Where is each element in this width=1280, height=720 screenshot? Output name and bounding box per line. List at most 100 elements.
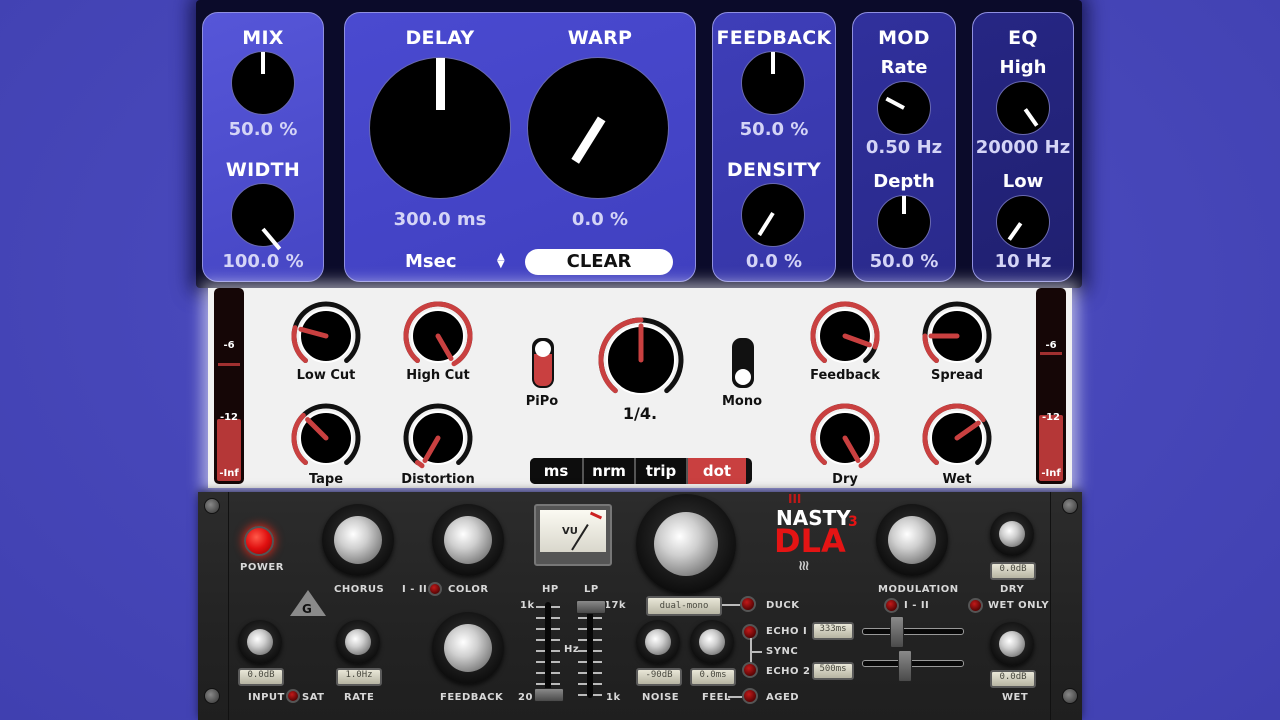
- lp-slider-handle[interactable]: [576, 600, 606, 614]
- tape-label: Tape: [308, 472, 344, 487]
- echo2-time-display: 500ms: [812, 662, 854, 680]
- time-mode-segmented: ms nrm trip dot: [530, 458, 752, 484]
- lp-bottom-label: 1k: [606, 692, 621, 703]
- modulation-label: MODULATION: [878, 584, 959, 595]
- width-value: 100.0 %: [222, 251, 304, 272]
- meter-mark-minus6: -6: [1045, 340, 1057, 351]
- hz-label: Hz: [564, 644, 580, 655]
- meter-mark-minus6: -6: [223, 340, 235, 351]
- aged-switch[interactable]: [742, 688, 758, 704]
- tape-knob[interactable]: [290, 402, 362, 474]
- color-knob[interactable]: [432, 504, 504, 576]
- feel-knob[interactable]: [690, 620, 734, 664]
- eq-low-label: Low: [1002, 171, 1044, 192]
- color-i-ii-switch[interactable]: [428, 582, 442, 596]
- mod-i-ii-switch[interactable]: [884, 598, 899, 613]
- vu-meter: VU: [534, 504, 612, 566]
- lp-label: LP: [584, 584, 599, 595]
- input-label: INPUT: [248, 692, 285, 703]
- echo1-mod-slider-handle[interactable]: [890, 616, 904, 648]
- mod-rate-value: 0.50 Hz: [865, 137, 943, 158]
- echo2-switch[interactable]: [742, 662, 758, 678]
- hp-label: HP: [542, 584, 559, 595]
- time-division-knob[interactable]: [597, 316, 685, 404]
- modulation-knob[interactable]: [876, 504, 948, 576]
- eq-low-value: 10 Hz: [994, 251, 1052, 272]
- wet-only-switch[interactable]: [968, 598, 983, 613]
- feedback-knob[interactable]: [741, 51, 805, 115]
- high-cut-knob[interactable]: [402, 300, 474, 372]
- mid-feedback-knob[interactable]: [809, 300, 881, 372]
- mode-ms-button[interactable]: ms: [530, 458, 584, 484]
- hp-bottom-label: 20: [518, 692, 533, 703]
- mono-toggle[interactable]: [732, 338, 754, 388]
- eq-low-knob[interactable]: [996, 195, 1050, 249]
- echo2-mod-slider-handle[interactable]: [898, 650, 912, 682]
- dry-knob-mid[interactable]: [809, 402, 881, 474]
- mix-knob[interactable]: [231, 51, 295, 115]
- wet-knob-mid[interactable]: [921, 402, 993, 474]
- rate-label: RATE: [344, 692, 375, 703]
- nasty-dla-hardware-panel: POWER G CHORUS I - II COLOR 0.0dB INPUT …: [198, 492, 1082, 720]
- rack-rail: [1050, 492, 1051, 720]
- mode-nrm-button[interactable]: nrm: [584, 458, 636, 484]
- color-i-ii-label: I - II: [402, 584, 428, 595]
- sat-switch[interactable]: [286, 689, 300, 703]
- duck-switch[interactable]: [740, 596, 756, 612]
- input-display: 0.0dB: [238, 668, 284, 686]
- connector-line: [750, 651, 762, 653]
- power-button[interactable]: [244, 526, 274, 556]
- pipo-toggle[interactable]: [532, 338, 554, 388]
- delay-time-knob[interactable]: [636, 494, 736, 594]
- white-delay-panel: -6 -12 -Inf -6 -12 -Inf Low Cut High Cut…: [208, 288, 1072, 488]
- low-cut-knob[interactable]: [290, 300, 362, 372]
- select-arrows-icon[interactable]: ▲ ▼: [497, 252, 505, 270]
- mod-title: MOD: [878, 27, 930, 49]
- density-knob[interactable]: [741, 183, 805, 247]
- echo2-mod-slider-track[interactable]: [862, 660, 964, 667]
- output-level-meter: -6 -12 -Inf: [1036, 288, 1066, 484]
- time-mode-select[interactable]: Msec: [405, 251, 457, 272]
- spread-knob[interactable]: [921, 300, 993, 372]
- brand-dla: DLA: [774, 522, 846, 560]
- connector-line: [728, 696, 742, 698]
- dry-label: DRY: [1000, 584, 1025, 595]
- sat-label: SAT: [302, 692, 325, 703]
- hp-slider-track[interactable]: [545, 602, 551, 698]
- time-division-value: 1/4.: [622, 404, 658, 423]
- delay-warp-section: DELAY WARP 300.0 ms 0.0 % Msec ▲ ▼ CLEAR: [344, 12, 696, 282]
- mod-i-ii-label: I - II: [904, 600, 930, 611]
- mode-trip-button[interactable]: trip: [636, 458, 688, 484]
- lp-slider-track[interactable]: [587, 602, 593, 698]
- feedback-title: FEEDBACK: [716, 27, 832, 49]
- hp-slider-handle[interactable]: [534, 688, 564, 702]
- eq-high-knob[interactable]: [996, 81, 1050, 135]
- warp-knob[interactable]: [527, 57, 669, 199]
- sync-label: SYNC: [766, 646, 799, 657]
- rate-knob[interactable]: [336, 620, 380, 664]
- hw-feedback-knob[interactable]: [432, 612, 504, 684]
- echo1-mod-slider-track[interactable]: [862, 628, 964, 635]
- feel-label: FEEL: [702, 692, 731, 703]
- width-title: WIDTH: [225, 159, 301, 181]
- echo2-label: ECHO 2: [766, 666, 811, 677]
- wet-knob[interactable]: [990, 622, 1034, 666]
- brand-mark-icon: III: [788, 492, 802, 506]
- clear-button[interactable]: CLEAR: [525, 249, 673, 275]
- input-knob[interactable]: [238, 620, 282, 664]
- screw-icon: [1062, 688, 1078, 704]
- mode-display[interactable]: dual-mono: [646, 596, 722, 616]
- echo1-label: ECHO I: [766, 626, 808, 637]
- distortion-knob[interactable]: [402, 402, 474, 474]
- mono-label: Mono: [721, 394, 763, 409]
- mod-rate-knob[interactable]: [877, 81, 931, 135]
- meter-mark-inf: -Inf: [1041, 468, 1061, 479]
- delay-knob[interactable]: [369, 57, 511, 199]
- noise-knob[interactable]: [636, 620, 680, 664]
- lp-top-label: 17k: [604, 600, 627, 611]
- chorus-knob[interactable]: [322, 504, 394, 576]
- mod-depth-knob[interactable]: [877, 195, 931, 249]
- feedback-label: Feedback: [810, 368, 880, 383]
- dry-knob[interactable]: [990, 512, 1034, 556]
- mode-dot-button[interactable]: dot: [688, 458, 746, 484]
